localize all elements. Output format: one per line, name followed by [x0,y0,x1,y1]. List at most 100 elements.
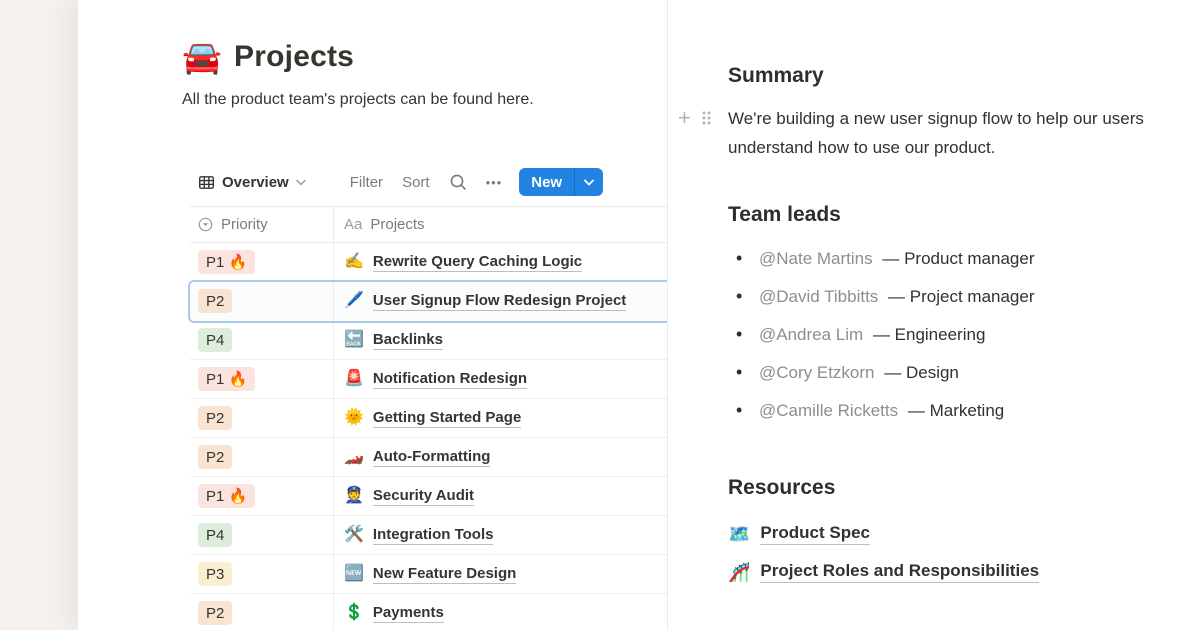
project-cell[interactable]: ✍️ Rewrite Query Caching Logic [334,243,667,281]
page-title-row: 🚘 Projects [182,40,562,74]
table-body: P1 🔥 ✍️ Rewrite Query Caching Logic P2 🖊… [190,243,667,630]
project-emoji-icon: 🆕 [344,566,364,582]
table-row[interactable]: P2 🏎️ Auto-Formatting [190,438,667,477]
project-cell[interactable]: 🆕 New Feature Design [334,555,667,593]
project-cell[interactable]: 🖊️ User Signup Flow Redesign Project [334,282,667,320]
resource-link-label[interactable]: Project Roles and Responsibilities [760,561,1039,583]
new-button[interactable]: New [519,168,603,196]
car-emoji-icon: 🚘 [182,41,222,73]
priority-cell[interactable]: P2 [190,399,334,437]
project-title-link[interactable]: Auto-Formatting [373,448,490,467]
project-cell[interactable]: 👮 Security Audit [334,477,667,515]
project-cell[interactable]: 🌞 Getting Started Page [334,399,667,437]
projects-column-label: Projects [370,216,424,233]
page-title: Projects [234,40,354,74]
priority-badge: P2 [198,289,232,313]
priority-badge: P1 🔥 [198,250,255,274]
priority-cell[interactable]: P4 [190,321,334,359]
resource-link-label[interactable]: Product Spec [760,523,870,545]
project-cell[interactable]: 🚨 Notification Redesign [334,360,667,398]
project-emoji-icon: 💲 [344,605,364,621]
project-emoji-icon: 🛠️ [344,527,364,543]
filter-button[interactable]: Filter [350,174,383,191]
project-title-link[interactable]: Backlinks [373,331,443,350]
project-title-link[interactable]: Rewrite Query Caching Logic [373,253,582,272]
resource-link[interactable]: 🎢 Project Roles and Responsibilities [728,553,1039,591]
person-role: — Design [884,363,959,382]
table-row[interactable]: P3 🆕 New Feature Design [190,555,667,594]
priority-cell[interactable]: P2 [190,282,334,320]
project-cell[interactable]: 🔙 Backlinks [334,321,667,359]
table-header-row: Priority Aa Projects [190,206,667,243]
team-lead-item: @Camille Ricketts — Marketing [728,399,1035,422]
priority-column-label: Priority [221,216,268,233]
team-lead-item: @Cory Etzkorn — Design [728,361,1035,384]
priority-cell[interactable]: P1 🔥 [190,243,334,281]
priority-badge: P1 🔥 [198,484,255,508]
project-title-link[interactable]: Notification Redesign [373,370,527,389]
table-row[interactable]: P2 🖊️ User Signup Flow Redesign Project [190,282,667,321]
project-emoji-icon: 🌞 [344,410,364,426]
table-view-icon [198,174,215,191]
person-mention[interactable]: @Cory Etzkorn [759,363,875,382]
view-name: Overview [222,174,289,191]
project-cell[interactable]: 🛠️ Integration Tools [334,516,667,554]
projects-database-panel: 🚘 Projects All the product team's projec… [78,0,667,630]
project-title-link[interactable]: New Feature Design [373,565,516,584]
project-title-link[interactable]: Payments [373,604,444,623]
priority-cell[interactable]: P1 🔥 [190,477,334,515]
select-property-icon [198,217,213,232]
team-lead-item: @Nate Martins — Product manager [728,247,1035,270]
priority-column-header[interactable]: Priority [190,207,334,242]
person-mention[interactable]: @Andrea Lim [759,325,863,344]
project-page-panel: Summary + We're building a new user sign… [667,0,1200,630]
priority-badge: P2 [198,445,232,469]
project-title-link[interactable]: User Signup Flow Redesign Project [373,292,626,311]
table-row[interactable]: P1 🔥 👮 Security Audit [190,477,667,516]
search-icon[interactable] [449,173,467,191]
notion-window: 🚘 Projects All the product team's projec… [78,0,1200,630]
drag-handle-icon[interactable] [701,110,712,126]
priority-cell[interactable]: P4 [190,516,334,554]
project-emoji-icon: 👮 [344,488,364,504]
project-cell[interactable]: 🏎️ Auto-Formatting [334,438,667,476]
summary-heading: Summary [728,64,824,88]
table-row[interactable]: P2 🌞 Getting Started Page [190,399,667,438]
new-button-label[interactable]: New [519,168,574,196]
project-title-link[interactable]: Integration Tools [373,526,494,545]
person-role: — Engineering [873,325,985,344]
priority-cell[interactable]: P2 [190,438,334,476]
new-dropdown-chevron-icon[interactable] [575,168,603,196]
priority-cell[interactable]: P1 🔥 [190,360,334,398]
priority-cell[interactable]: P3 [190,555,334,593]
person-mention[interactable]: @Nate Martins [759,249,873,268]
database-toolbar: Overview Filter Sort ••• New [190,167,667,197]
table-row[interactable]: P4 🔙 Backlinks [190,321,667,360]
resource-emoji-icon: 🗺️ [728,525,750,543]
database-header: 🚘 Projects All the product team's projec… [182,40,562,112]
project-cell[interactable]: 💲 Payments [334,594,667,630]
project-title-link[interactable]: Getting Started Page [373,409,521,428]
add-block-icon[interactable]: + [678,108,691,128]
more-options-button[interactable]: ••• [486,175,503,190]
resources-heading: Resources [728,476,835,500]
team-lead-item: @David Tibbitts — Project manager [728,285,1035,308]
view-switcher[interactable]: Overview [190,174,306,191]
project-emoji-icon: 🖊️ [344,293,364,309]
person-mention[interactable]: @David Tibbitts [759,287,878,306]
resource-link[interactable]: 🗺️ Product Spec [728,515,1039,553]
summary-paragraph[interactable]: We're building a new user signup flow to… [728,104,1200,162]
table-row[interactable]: P1 🔥 🚨 Notification Redesign [190,360,667,399]
projects-column-header[interactable]: Aa Projects [334,216,667,233]
table-row[interactable]: P2 💲 Payments [190,594,667,630]
priority-badge: P2 [198,601,232,625]
project-title-link[interactable]: Security Audit [373,487,474,506]
project-emoji-icon: 🚨 [344,371,364,387]
sort-button[interactable]: Sort [402,174,430,191]
priority-cell[interactable]: P2 [190,594,334,630]
toolbar-actions: Filter Sort ••• New [350,168,603,196]
page-description: All the product team's projects can be f… [182,88,542,112]
table-row[interactable]: P1 🔥 ✍️ Rewrite Query Caching Logic [190,243,667,282]
table-row[interactable]: P4 🛠️ Integration Tools [190,516,667,555]
person-mention[interactable]: @Camille Ricketts [759,401,898,420]
